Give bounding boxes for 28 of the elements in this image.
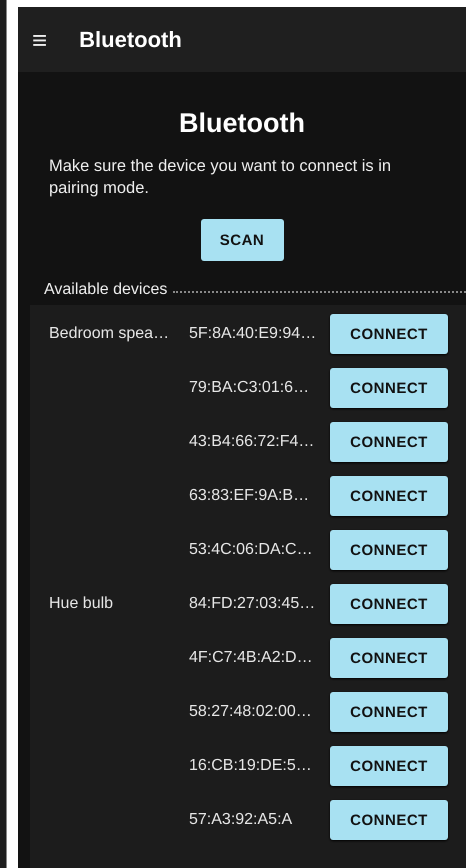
- connect-button[interactable]: CONNECT: [330, 476, 448, 516]
- device-address: 57:A3:92:A5:A: [189, 811, 294, 829]
- device-address: 16:CB:19:DE:5…: [189, 757, 313, 775]
- device-address: 43:B4:66:72:F4…: [189, 433, 316, 451]
- app-bar-title: Bluetooth: [79, 26, 182, 52]
- scan-button[interactable]: SCAN: [200, 219, 284, 261]
- connect-button[interactable]: CONNECT: [330, 800, 448, 840]
- device-address: 84:FD:27:03:45…: [189, 595, 316, 613]
- page-heading: Bluetooth: [179, 108, 305, 139]
- connect-button[interactable]: CONNECT: [330, 368, 448, 408]
- device-address: 53:4C:06:DA:C…: [189, 541, 314, 559]
- connect-button[interactable]: CONNECT: [330, 692, 448, 732]
- connect-button[interactable]: CONNECT: [330, 422, 448, 462]
- device-address: 4F:C7:4B:A2:D…: [189, 649, 314, 667]
- section-label: Available devices: [44, 281, 168, 299]
- connect-button[interactable]: CONNECT: [330, 584, 448, 624]
- device-name: Hue bulb: [48, 595, 114, 613]
- device-address: 5F:8A:40:E9:94…: [189, 325, 318, 343]
- device-address: 63:83:EF:9A:B…: [189, 487, 310, 505]
- device-name: Bedroom spea…: [48, 325, 170, 343]
- connect-button[interactable]: CONNECT: [330, 746, 448, 786]
- connect-button[interactable]: CONNECT: [330, 530, 448, 570]
- instructions-text: Make sure the device you want to connect is in pairing mode.: [48, 156, 392, 199]
- connect-button[interactable]: CONNECT: [330, 638, 448, 678]
- device-address: 79:BA:C3:01:6…: [189, 379, 310, 397]
- device-address: 58:27:48:02:00…: [189, 703, 313, 721]
- menu-icon[interactable]: ≡: [32, 26, 48, 52]
- connect-button[interactable]: CONNECT: [330, 314, 448, 354]
